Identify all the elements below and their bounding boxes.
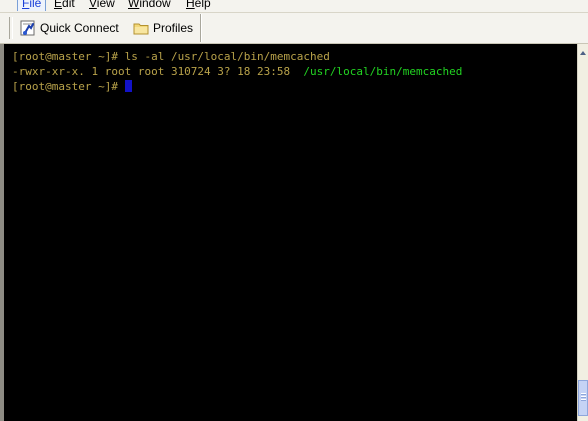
menu-view-mnemonic: V xyxy=(89,0,97,10)
thumb-grip-icon xyxy=(581,393,586,402)
menu-help-label: elp xyxy=(194,0,211,10)
quick-connect-button[interactable]: Quick Connect xyxy=(20,17,125,39)
terminal-pane[interactable]: [root@master ~]# ls -al /usr/local/bin/m… xyxy=(0,44,577,421)
menu-edit-mnemonic: E xyxy=(54,0,63,10)
ssh-client-window: File Edit View Window Help Quick Connect xyxy=(0,0,588,421)
profiles-label: Profiles xyxy=(153,21,194,35)
terminal-line-prompt: [root@master ~]# xyxy=(12,79,132,94)
menu-window-label: indow xyxy=(139,0,171,10)
terminal-line-output: -rwxr-xr-x. 1 root root 310724 3? 18 23:… xyxy=(12,64,462,79)
menu-help-mnemonic: H xyxy=(186,0,195,10)
menu-window[interactable]: Window xyxy=(128,0,171,11)
toolbar-separator xyxy=(200,14,202,42)
toolbar: Quick Connect Profiles xyxy=(0,13,588,44)
toolbar-grip[interactable] xyxy=(9,17,13,39)
menu-bar: File Edit View Window Help xyxy=(0,0,588,13)
quick-connect-icon xyxy=(20,20,36,36)
menu-edit-label: dit xyxy=(62,0,75,10)
quick-connect-label: Quick Connect xyxy=(40,21,119,35)
terminal-scrollbar[interactable] xyxy=(577,44,588,421)
menu-view-label: iew xyxy=(96,0,115,10)
folder-icon xyxy=(133,20,149,36)
output-path: /usr/local/bin/memcached xyxy=(303,65,463,78)
scroll-up-icon[interactable] xyxy=(578,44,588,56)
menu-window-mnemonic: W xyxy=(128,0,140,10)
menu-edit[interactable]: Edit xyxy=(54,0,75,11)
terminal-line-command: [root@master ~]# ls -al /usr/local/bin/m… xyxy=(12,50,330,63)
profiles-button[interactable]: Profiles xyxy=(133,17,197,39)
scrollbar-thumb[interactable] xyxy=(578,380,588,416)
menu-file[interactable]: File xyxy=(17,0,47,11)
menu-view[interactable]: View xyxy=(89,0,115,11)
output-details: -rwxr-xr-x. 1 root root 310724 3? 18 23:… xyxy=(12,65,304,78)
terminal-cursor xyxy=(124,80,132,92)
menu-help[interactable]: Help xyxy=(186,0,211,11)
prompt-text: [root@master ~]# xyxy=(12,80,125,93)
menu-file-label: ile xyxy=(29,0,42,10)
